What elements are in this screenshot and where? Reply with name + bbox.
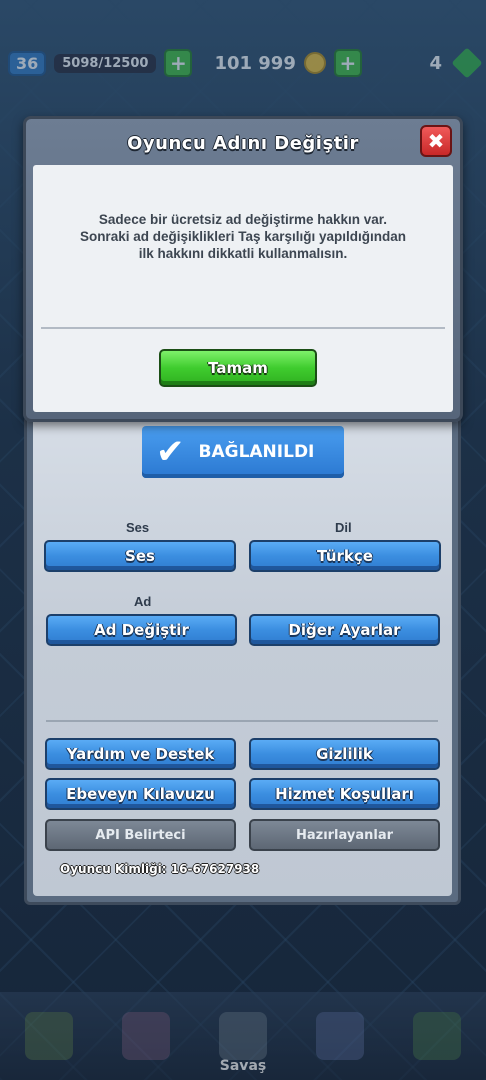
ok-button[interactable]: Tamam (159, 349, 317, 387)
level-badge: 36 (8, 50, 47, 76)
xp-counter: 5098/12500 (54, 53, 157, 73)
gold-amount: 101 999 (214, 52, 296, 74)
cards-icon[interactable] (121, 1012, 170, 1060)
events-icon[interactable] (413, 1012, 462, 1060)
name-section-label: Ad (134, 594, 152, 609)
plus-icon[interactable]: + (164, 49, 193, 77)
credits-button[interactable]: Hazırlayanlar (249, 819, 440, 851)
shop-icon[interactable] (24, 1012, 73, 1060)
battle-tab-label: Savaş (219, 1058, 267, 1074)
language-section-label: Dil (335, 520, 352, 535)
terms-button[interactable]: Hizmet Koşulları (249, 778, 440, 810)
connected-button[interactable]: ✔ BAĞLANILDI (142, 426, 344, 478)
battle-icon[interactable] (218, 1012, 267, 1060)
api-token-button[interactable]: API Belirteci (45, 819, 236, 851)
check-icon: ✔ (156, 432, 185, 472)
parent-guide-button[interactable]: Ebeveyn Kılavuzu (45, 778, 236, 810)
settings-divider (46, 720, 438, 722)
sound-button[interactable]: Ses (44, 540, 236, 572)
close-icon[interactable]: ✖ (420, 125, 452, 157)
language-button[interactable]: Türkçe (249, 540, 441, 572)
privacy-button[interactable]: Gizlilik (249, 738, 440, 770)
dialog-title: Oyuncu Adını Değiştir (127, 133, 359, 154)
gem-icon (451, 47, 483, 79)
change-name-dialog: Oyuncu Adını Değiştir ✖ Sadece bir ücret… (23, 116, 463, 422)
dialog-message: Sadece bir ücretsiz ad değiştirme hakkın… (79, 212, 407, 261)
dialog-body: Sadece bir ücretsiz ad değiştirme hakkın… (33, 165, 453, 412)
help-support-button[interactable]: Yardım ve Destek (45, 738, 236, 770)
connected-label: BAĞLANILDI (198, 442, 315, 462)
bottom-nav: Savaş (0, 992, 486, 1080)
player-id: Oyuncu Kimliği: 16-67627938 (60, 862, 260, 876)
change-name-button[interactable]: Ad Değiştir (46, 614, 237, 646)
plus-icon[interactable]: + (333, 49, 362, 77)
sound-section-label: Ses (126, 520, 150, 535)
other-settings-button[interactable]: Diğer Ayarlar (249, 614, 440, 646)
clan-icon[interactable] (316, 1012, 365, 1060)
gem-amount: 4 (429, 52, 442, 74)
coin-icon (303, 52, 326, 74)
resource-bar: 36 5098/12500 + 101 999 + 4 (0, 40, 486, 86)
dialog-divider (41, 327, 445, 329)
